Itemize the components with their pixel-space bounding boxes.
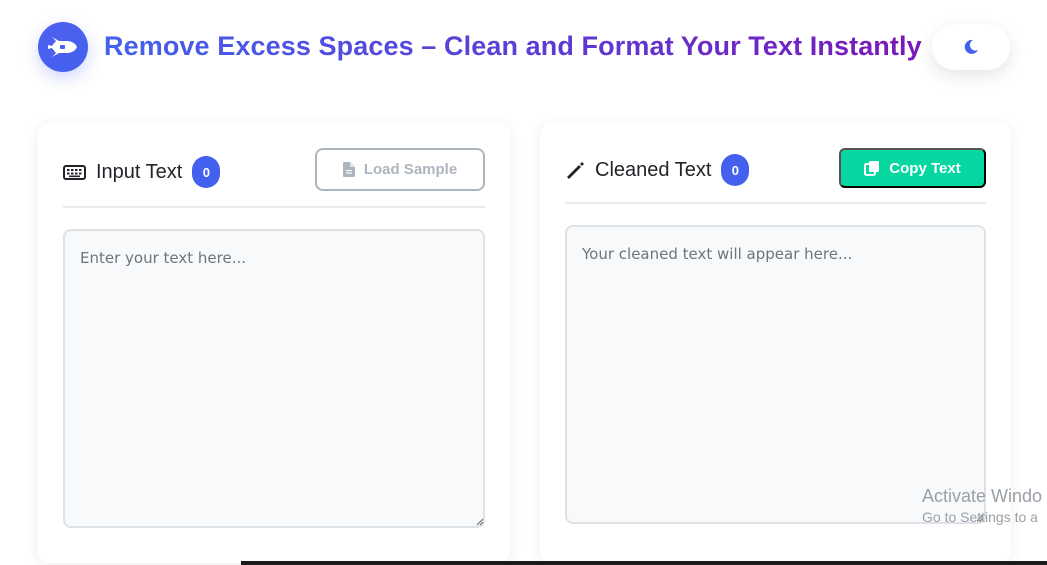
page-title: Remove Excess Spaces – Clean and Format … bbox=[104, 31, 922, 61]
copy-icon bbox=[864, 161, 880, 176]
load-sample-button[interactable]: Load Sample bbox=[315, 148, 485, 191]
input-panel: Input Text 0 Load Sample bbox=[38, 123, 510, 563]
theme-toggle-button[interactable] bbox=[932, 24, 1010, 70]
app-header: Remove Excess Spaces – Clean and Format … bbox=[38, 22, 1018, 72]
file-icon bbox=[342, 162, 355, 177]
input-count-badge: 0 bbox=[192, 156, 221, 188]
output-panel-title-text: Cleaned Text bbox=[595, 158, 712, 181]
input-panel-title-text: Input Text bbox=[96, 160, 183, 183]
magic-wand-icon bbox=[565, 160, 585, 180]
watermark-line-1: Activate Windo bbox=[922, 486, 1043, 506]
copy-text-label: Copy Text bbox=[889, 159, 961, 177]
load-sample-label: Load Sample bbox=[363, 161, 458, 178]
moon-icon bbox=[964, 39, 978, 54]
input-panel-title: Input Text 0 bbox=[63, 156, 221, 188]
windows-activation-watermark: Activate Windo Go to Settings to a bbox=[922, 486, 1042, 525]
taskbar bbox=[241, 561, 1047, 565]
watermark-line-2: Go to Settings to a bbox=[922, 509, 1038, 525]
copy-text-button[interactable]: Copy Text bbox=[839, 148, 986, 188]
keyboard-icon bbox=[63, 164, 86, 180]
input-textarea[interactable] bbox=[63, 229, 485, 528]
shuttle-logo-icon bbox=[38, 22, 88, 72]
output-panel-title: Cleaned Text 0 bbox=[565, 154, 750, 186]
input-panel-header: Input Text 0 Load Sample bbox=[63, 123, 485, 208]
resize-handle-icon[interactable] bbox=[476, 518, 484, 526]
output-panel-header: Cleaned Text 0 Copy Text bbox=[565, 123, 986, 204]
output-count-badge: 0 bbox=[721, 154, 750, 186]
output-textarea[interactable] bbox=[565, 225, 986, 524]
